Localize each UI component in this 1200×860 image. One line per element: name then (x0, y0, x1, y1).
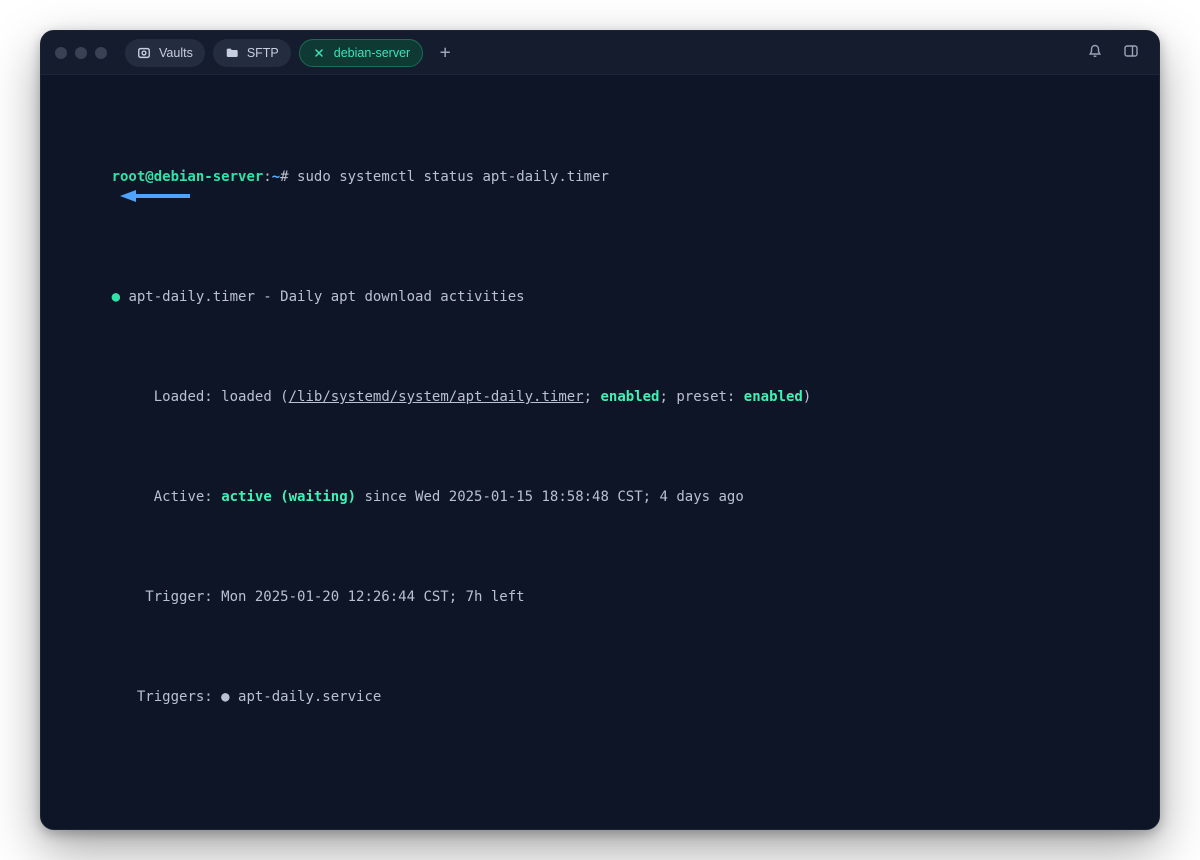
notifications-button[interactable] (1081, 39, 1109, 67)
tab-label: SFTP (247, 46, 279, 60)
command-1: sudo systemctl status apt-daily.timer (297, 169, 609, 185)
tab-label: debian-server (334, 46, 410, 60)
titlebar: Vaults SFTP debian-server + (41, 31, 1159, 75)
loaded-line-1: Loaded: loaded (/lib/systemd/system/apt-… (61, 367, 1139, 427)
folder-icon (225, 46, 239, 60)
terminal-body[interactable]: root@debian-server:~# sudo systemctl sta… (41, 75, 1159, 829)
prompt-path: ~ (272, 169, 280, 185)
plus-icon: + (440, 42, 451, 63)
panel-toggle-button[interactable] (1117, 39, 1145, 67)
annotation-arrow-1 (120, 189, 190, 203)
minimize-window[interactable] (75, 47, 87, 59)
prompt-user: root@debian-server (112, 169, 264, 185)
active-line-1: Active: active (waiting) since Wed 2025-… (61, 467, 1139, 527)
zoom-window[interactable] (95, 47, 107, 59)
tab-sftp[interactable]: SFTP (213, 39, 291, 67)
terminal-window: Vaults SFTP debian-server + (40, 30, 1160, 830)
blank (61, 767, 1139, 787)
tab-vaults[interactable]: Vaults (125, 39, 205, 67)
unit-header-1: ● apt-daily.timer - Daily apt download a… (61, 267, 1139, 327)
new-tab-button[interactable]: + (431, 39, 459, 67)
trigger-line-1: Trigger: Mon 2025-01-20 12:26:44 CST; 7h… (61, 567, 1139, 627)
log-line-1: Jan 15 18:58:48 debian-server systemd[1]… (61, 827, 1139, 829)
traffic-lights (55, 47, 107, 59)
prompt-line-1: root@debian-server:~# sudo systemctl sta… (61, 147, 1139, 227)
bell-icon (1087, 43, 1103, 63)
unit-path-1: /lib/systemd/system/apt-daily.timer (289, 389, 584, 405)
tab-debian-server[interactable]: debian-server (299, 39, 423, 67)
triggers-line-1: Triggers: ● apt-daily.service (61, 667, 1139, 727)
close-icon[interactable] (312, 46, 326, 60)
vaults-icon (137, 46, 151, 60)
tab-label: Vaults (159, 46, 193, 60)
panel-icon (1123, 43, 1139, 63)
close-window[interactable] (55, 47, 67, 59)
